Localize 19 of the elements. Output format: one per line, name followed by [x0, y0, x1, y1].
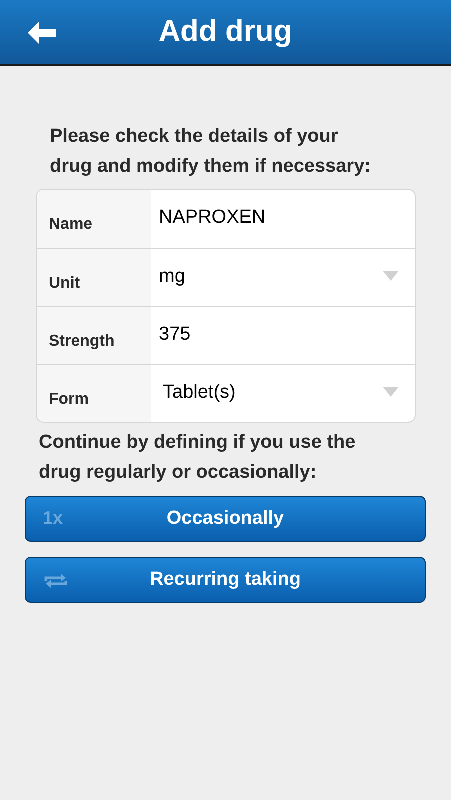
field-label: Form	[49, 390, 89, 410]
field-label: Unit	[49, 274, 80, 294]
field-label: Strength	[49, 332, 115, 352]
input-field[interactable]: NAPROXEN	[151, 204, 404, 232]
instruction-text: Please check the details of your drug and modify them if necessary:	[50, 125, 372, 179]
screen-title: Add drug	[158, 17, 292, 47]
count-label: 1x	[43, 509, 64, 527]
input-field[interactable]: 375	[151, 321, 404, 350]
option-button[interactable]: 1x Occasionally	[25, 496, 426, 542]
back-button[interactable]	[26, 20, 58, 46]
repeat-icon	[44, 573, 68, 589]
dropdown-field[interactable]: mg	[151, 249, 415, 306]
dropdown-field[interactable]: Tablet(s)	[151, 365, 415, 422]
dropdown-caret-icon	[383, 271, 399, 281]
dropdown-caret-icon	[383, 387, 399, 397]
back-arrow-icon	[27, 21, 57, 45]
field-label: Name	[49, 215, 93, 235]
instruction-text: Continue by defining if you use the drug regularly or occasionally:	[39, 431, 357, 485]
option-button[interactable]: Recurring taking	[25, 557, 426, 603]
